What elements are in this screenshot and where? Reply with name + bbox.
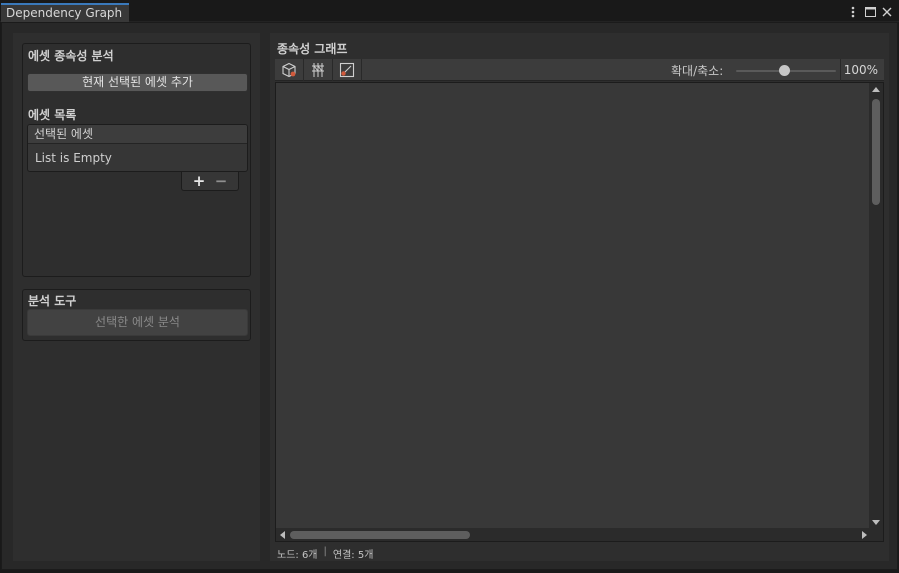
- status-separator: |: [323, 546, 327, 557]
- edge-count: 연결: 5개: [332, 550, 374, 561]
- add-item-button[interactable]: +: [191, 172, 207, 190]
- window-controls: [846, 4, 894, 20]
- add-selected-asset-button[interactable]: 현재 선택된 에셋 추가: [27, 73, 248, 92]
- horizontal-scrollbar[interactable]: [276, 528, 871, 541]
- scroll-corner: [869, 528, 883, 541]
- remove-item-button[interactable]: −: [213, 172, 229, 190]
- graph-panel: 종속성 그래프 확대/축소: 100% 노드: 6개 | 연결: 5개: [270, 33, 889, 561]
- more-menu-icon[interactable]: [846, 5, 860, 19]
- scroll-down-icon[interactable]: [872, 520, 880, 525]
- hierarchy-layout-icon[interactable]: [304, 59, 333, 81]
- tab-bar: Dependency Graph: [0, 0, 899, 23]
- reset-view-icon[interactable]: [333, 59, 362, 81]
- analyze-selected-button[interactable]: 선택한 에셋 분석: [27, 309, 248, 336]
- analysis-tools-section: 분석 도구 선택한 에셋 분석: [22, 289, 251, 341]
- zoom-slider-thumb[interactable]: [779, 65, 790, 76]
- dependency-graph-window: 에셋 종속성 분석 현재 선택된 에셋 추가 에셋 목록 선택된 에셋 List…: [1, 22, 898, 570]
- left-panel: 에셋 종속성 분석 현재 선택된 에셋 추가 에셋 목록 선택된 에셋 List…: [13, 33, 260, 561]
- graph-title: 종속성 그래프: [277, 42, 348, 56]
- list-footer: + −: [181, 172, 239, 191]
- vertical-scroll-thumb[interactable]: [872, 99, 880, 205]
- maximize-icon[interactable]: [863, 5, 877, 19]
- asset-list-header: 선택된 에셋: [28, 125, 247, 144]
- zoom-value: 100%: [840, 59, 884, 81]
- zoom-label: 확대/축소:: [671, 64, 724, 78]
- asset-list: 선택된 에셋 List is Empty: [27, 124, 248, 172]
- asset-analysis-section: 에셋 종속성 분석 현재 선택된 에셋 추가 에셋 목록 선택된 에셋 List…: [22, 43, 251, 277]
- asset-list-title: 에셋 목록: [28, 108, 77, 122]
- section-title-analysis: 에셋 종속성 분석: [28, 49, 114, 63]
- tab-dependency-graph[interactable]: Dependency Graph: [1, 3, 129, 23]
- horizontal-scroll-thumb[interactable]: [290, 531, 470, 539]
- scroll-up-icon[interactable]: [872, 87, 880, 92]
- node-count: 노드: 6개: [277, 550, 318, 561]
- scroll-right-icon[interactable]: [862, 531, 867, 539]
- asset-cube-icon[interactable]: [275, 59, 304, 81]
- close-icon[interactable]: [880, 5, 894, 19]
- scroll-left-icon[interactable]: [280, 531, 285, 539]
- graph-canvas[interactable]: [275, 82, 884, 542]
- vertical-scrollbar[interactable]: [869, 83, 883, 529]
- section-title-tools: 분석 도구: [28, 294, 77, 308]
- tab-title: Dependency Graph: [6, 6, 123, 20]
- status-bar: 노드: 6개 | 연결: 5개: [277, 546, 373, 561]
- list-empty-label: List is Empty: [35, 151, 112, 165]
- graph-toolbar: 확대/축소: 100%: [275, 59, 884, 81]
